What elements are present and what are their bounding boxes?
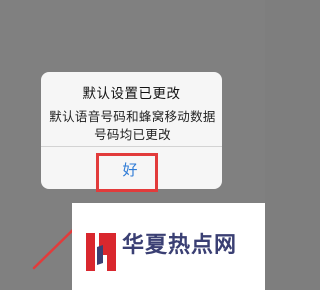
watermark-text: 华夏热点网: [122, 233, 238, 258]
dialog-message: 默认语音号码和蜂窝移动数据号码均已更改: [49, 109, 216, 142]
ok-button[interactable]: 好: [97, 151, 163, 187]
dialog-divider: [41, 146, 222, 147]
alert-dialog: 默认设置已更改 默认语音号码和蜂窝移动数据号码均已更改 好: [41, 72, 222, 189]
dialog-title: 默认设置已更改: [82, 86, 181, 102]
brand-h-logo-icon: [86, 233, 116, 271]
